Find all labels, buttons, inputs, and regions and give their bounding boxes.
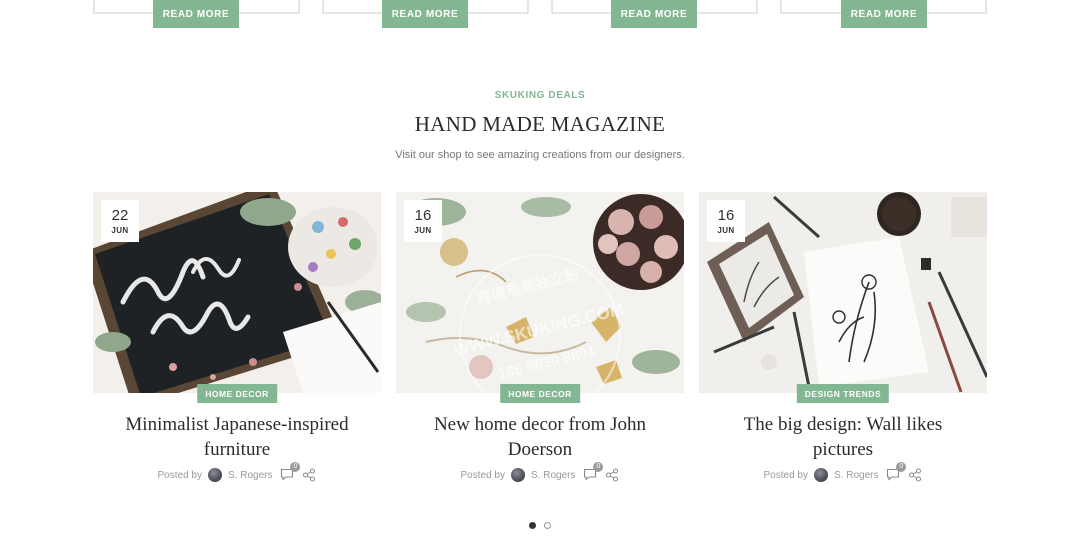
post-meta: Posted by S. Rogers 0 xyxy=(699,462,987,482)
post-title[interactable]: The big design: Wall likes pictures xyxy=(699,412,987,462)
category-badge[interactable]: HOME DECOR xyxy=(500,384,580,403)
blog-post-card: 16 JUN HOME DECOR New home decor from Jo… xyxy=(396,192,684,492)
pagination-dot-2[interactable] xyxy=(544,522,551,529)
date-day: 22 xyxy=(111,207,129,224)
post-title[interactable]: New home decor from John Doerson xyxy=(396,412,684,462)
date-day: 16 xyxy=(414,207,432,224)
post-title-line-2: Doerson xyxy=(507,439,573,460)
read-more-button[interactable]: READ MORE xyxy=(153,0,239,28)
posted-by-label: Posted by xyxy=(763,469,808,481)
date-day: 16 xyxy=(717,207,735,224)
date-month: JUN xyxy=(717,226,735,235)
comment-count: 0 xyxy=(290,462,301,472)
post-meta: Posted by S. Rogers 0 xyxy=(396,462,684,482)
date-month: JUN xyxy=(111,226,129,235)
post-title-line-1: The big design: Wall likes xyxy=(743,414,943,435)
posted-by-label: Posted by xyxy=(157,469,202,481)
date-month: JUN xyxy=(414,226,432,235)
comments-button[interactable]: 0 xyxy=(583,462,604,482)
share-icon[interactable] xyxy=(908,468,922,482)
author-link[interactable]: S. Rogers xyxy=(228,470,272,481)
post-title-line-1: Minimalist Japanese-inspired xyxy=(125,414,349,435)
read-more-button[interactable]: READ MORE xyxy=(382,0,468,28)
share-icon[interactable] xyxy=(302,468,316,482)
author-link[interactable]: S. Rogers xyxy=(531,470,575,481)
author-link[interactable]: S. Rogers xyxy=(834,470,878,481)
post-title[interactable]: Minimalist Japanese-inspired furniture xyxy=(93,412,381,462)
author-avatar xyxy=(511,468,525,482)
post-title-line-2: furniture xyxy=(203,439,271,460)
post-meta: Posted by S. Rogers 0 xyxy=(93,462,381,482)
category-badge[interactable]: DESIGN TRENDS xyxy=(796,384,890,403)
date-badge: 16 JUN xyxy=(707,200,745,242)
comment-count: 0 xyxy=(593,462,604,472)
comments-button[interactable]: 0 xyxy=(886,462,907,482)
read-more-button[interactable]: READ MORE xyxy=(841,0,927,28)
category-badge[interactable]: HOME DECOR xyxy=(197,384,277,403)
comments-button[interactable]: 0 xyxy=(280,462,301,482)
blog-post-card: 16 JUN DESIGN TRENDS The big design: Wal… xyxy=(699,192,987,492)
pagination-dot-1[interactable] xyxy=(529,522,536,529)
date-badge: 22 JUN xyxy=(101,200,139,242)
date-badge: 16 JUN xyxy=(404,200,442,242)
section-subtitle: Visit our shop to see amazing creations … xyxy=(395,149,685,161)
post-title-line-1: New home decor from John xyxy=(433,414,647,435)
blog-post-card: 22 JUN HOME DECOR Minimalist Japanese-in… xyxy=(93,192,381,492)
section-title: HAND MADE MAGAZINE xyxy=(414,112,666,136)
share-icon[interactable] xyxy=(605,468,619,482)
read-more-button[interactable]: READ MORE xyxy=(611,0,697,28)
posted-by-label: Posted by xyxy=(460,469,505,481)
carousel-pagination xyxy=(0,522,1080,529)
post-title-line-2: pictures xyxy=(812,439,874,460)
author-avatar xyxy=(814,468,828,482)
section-eyebrow: SKUKING DEALS xyxy=(494,90,586,101)
author-avatar xyxy=(208,468,222,482)
comment-count: 0 xyxy=(896,462,907,472)
